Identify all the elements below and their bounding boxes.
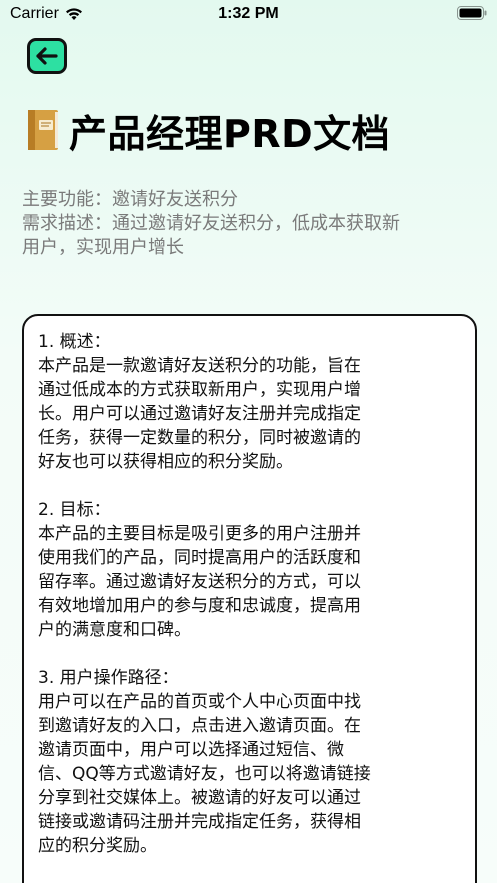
status-time: 1:32 PM: [218, 5, 279, 22]
section-line: 链接或邀请码注册并完成指定任务，获得相: [38, 812, 361, 832]
battery-icon: [457, 6, 487, 20]
section-line: 用户可以在产品的首页或个人中心页面中找: [38, 692, 361, 712]
section-heading: 1. 概述：: [38, 332, 111, 352]
section-line: 本产品的主要目标是吸引更多的用户注册并: [38, 524, 361, 544]
page-title-text: 产品经理PRD文档: [69, 111, 391, 156]
requirement-summary: 主要功能：邀请好友送积分 需求描述：通过邀请好友送积分，低成本获取新 用户，实现…: [22, 188, 482, 260]
section-heading: 2. 目标：: [38, 500, 111, 520]
section-line: 本产品是一款邀请好友送积分的功能，旨在: [38, 356, 361, 376]
section-user-flow: 3. 用户操作路径： 用户可以在产品的首页或个人中心页面中找 到邀请好友的入口，…: [38, 666, 461, 858]
section-line: 信、QQ等方式邀请好友，也可以将邀请链接: [38, 764, 371, 784]
requirement-text-line2: 用户，实现用户增长: [22, 237, 184, 258]
ledger-book-icon: [28, 110, 58, 150]
section-line: 任务，获得一定数量的积分，同时被邀请的: [38, 428, 361, 448]
section-line: 留存率。通过邀请好友送积分的方式，可以: [38, 572, 361, 592]
requirement-text-line1: 需求描述：通过邀请好友送积分，低成本获取新: [22, 213, 400, 234]
section-line: 有效地增加用户的参与度和忠诚度，提高用: [38, 596, 361, 616]
arrow-left-icon: [36, 47, 58, 65]
section-heading: 3. 用户操作路径：: [38, 668, 179, 688]
back-button[interactable]: [27, 38, 67, 74]
section-overview: 1. 概述： 本产品是一款邀请好友送积分的功能，旨在 通过低成本的方式获取新用户…: [38, 330, 461, 474]
section-line: 户的满意度和口碑。: [38, 620, 191, 640]
section-line: 应的积分奖励。: [38, 836, 157, 856]
section-line: 长。用户可以通过邀请好友注册并完成指定: [38, 404, 361, 424]
section-line: 好友也可以获得相应的积分奖励。: [38, 452, 293, 472]
section-goals: 2. 目标： 本产品的主要目标是吸引更多的用户注册并 使用我们的产品，同时提高用…: [38, 498, 461, 642]
page-title: 产品经理PRD文档: [25, 102, 390, 158]
section-line: 使用我们的产品，同时提高用户的活跃度和: [38, 548, 361, 568]
section-line: 邀请页面中，用户可以选择通过短信、微: [38, 740, 344, 760]
section-line: 到邀请好友的入口，点击进入邀请页面。在: [38, 716, 361, 736]
main-function-text: 主要功能：邀请好友送积分: [22, 189, 238, 210]
section-line: 分享到社交媒体上。被邀请的好友可以通过: [38, 788, 361, 808]
section-line: 通过低成本的方式获取新用户，实现用户增: [38, 380, 361, 400]
status-bar: Carrier 1:32 PM: [0, 0, 497, 30]
prd-content-card[interactable]: 1. 概述： 本产品是一款邀请好友送积分的功能，旨在 通过低成本的方式获取新用户…: [22, 314, 477, 883]
